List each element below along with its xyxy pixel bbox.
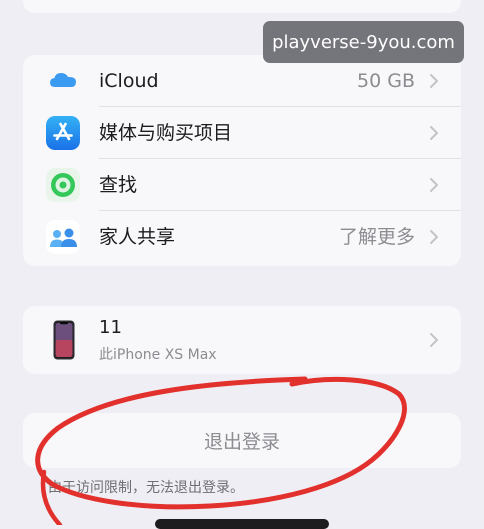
home-indicator bbox=[155, 519, 329, 529]
find-my-icon bbox=[46, 168, 80, 202]
previous-settings-card bbox=[23, 0, 461, 13]
sign-out-restriction-note: 由于访问限制，无法退出登录。 bbox=[48, 480, 244, 496]
chevron-right-icon bbox=[430, 178, 438, 192]
account-services-group: iCloud 50 GB 媒体与购买项目 查找 家人共享 了解更多 bbox=[23, 55, 461, 266]
media-purchases-row[interactable]: 媒体与购买项目 bbox=[23, 107, 461, 159]
device-row[interactable]: 11 此iPhone XS Max bbox=[23, 306, 461, 374]
learn-more-link[interactable]: 了解更多 bbox=[339, 211, 415, 263]
chevron-right-icon bbox=[430, 333, 438, 347]
sign-out-label: 退出登录 bbox=[203, 431, 280, 453]
device-name: 11 bbox=[99, 317, 122, 338]
watermark-badge: playverse-9you.com bbox=[263, 21, 464, 63]
chevron-right-icon bbox=[430, 230, 438, 244]
family-sharing-label: 家人共享 bbox=[99, 226, 176, 248]
app-store-icon bbox=[46, 116, 80, 150]
media-purchases-label: 媒体与购买项目 bbox=[99, 122, 233, 144]
icloud-label: iCloud bbox=[99, 70, 159, 92]
chevron-right-icon bbox=[430, 126, 438, 140]
chevron-right-icon bbox=[430, 74, 438, 88]
find-my-row[interactable]: 查找 bbox=[23, 159, 461, 211]
iphone-icon bbox=[53, 320, 75, 360]
family-sharing-row[interactable]: 家人共享 了解更多 bbox=[23, 211, 461, 263]
device-model: 此iPhone XS Max bbox=[99, 347, 217, 363]
find-my-label: 查找 bbox=[99, 174, 138, 196]
sign-out-button[interactable]: 退出登录 bbox=[23, 413, 461, 468]
family-sharing-icon bbox=[46, 220, 80, 254]
icloud-icon bbox=[46, 64, 80, 98]
